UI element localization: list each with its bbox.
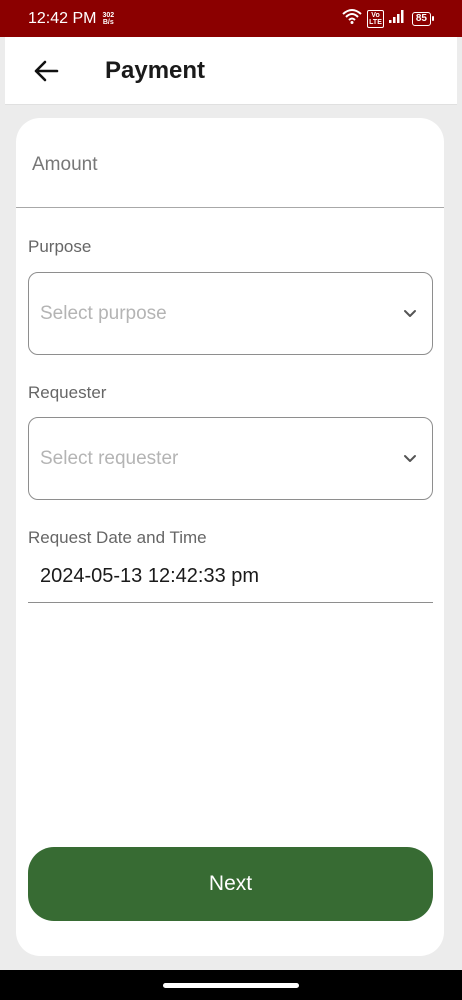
battery-tip: [432, 16, 434, 21]
amount-field-wrapper: [16, 118, 444, 208]
purpose-label: Purpose: [28, 237, 92, 256]
chevron-down-icon: [402, 306, 418, 322]
battery-level: 85: [411, 11, 431, 26]
network-speed: 302 B/s: [102, 12, 114, 26]
request-date-label: Request Date and Time: [28, 528, 207, 547]
page-title: Payment: [105, 56, 206, 84]
network-speed-unit: B/s: [102, 18, 114, 26]
status-bar: 12:42 PM 302 B/s Vo LTE 85: [0, 0, 462, 37]
requester-select[interactable]: Select requester: [28, 417, 433, 500]
requester-select-placeholder: Select requester: [40, 447, 179, 469]
back-button[interactable]: [23, 48, 69, 94]
request-date-value[interactable]: 2024-05-13 12:42:33 pm: [40, 565, 259, 588]
system-nav-bar: [0, 970, 462, 1000]
wifi-icon: [342, 8, 362, 29]
volte-top: Vo: [371, 11, 380, 19]
volte-bottom: LTE: [369, 18, 382, 26]
app-bar: Payment: [5, 37, 457, 105]
back-arrow-icon: [34, 60, 59, 81]
purpose-select[interactable]: Select purpose: [28, 272, 433, 355]
battery-icon: 85: [411, 11, 434, 26]
status-time: 12:42 PM: [28, 9, 97, 27]
volte-icon: Vo LTE: [367, 9, 384, 28]
status-right: Vo LTE 85: [342, 8, 434, 29]
status-left: 12:42 PM 302 B/s: [28, 10, 114, 28]
signal-icon: [388, 9, 407, 28]
chevron-down-icon: [402, 451, 418, 467]
amount-input[interactable]: [32, 154, 432, 176]
date-underline: [28, 602, 433, 603]
next-button[interactable]: Next: [28, 847, 433, 921]
requester-label: Requester: [28, 383, 107, 402]
home-indicator[interactable]: [163, 982, 299, 988]
payment-form-card: Purpose Select purpose Requester Select …: [16, 118, 444, 956]
network-speed-value: 302: [102, 11, 115, 19]
purpose-select-placeholder: Select purpose: [40, 302, 167, 324]
